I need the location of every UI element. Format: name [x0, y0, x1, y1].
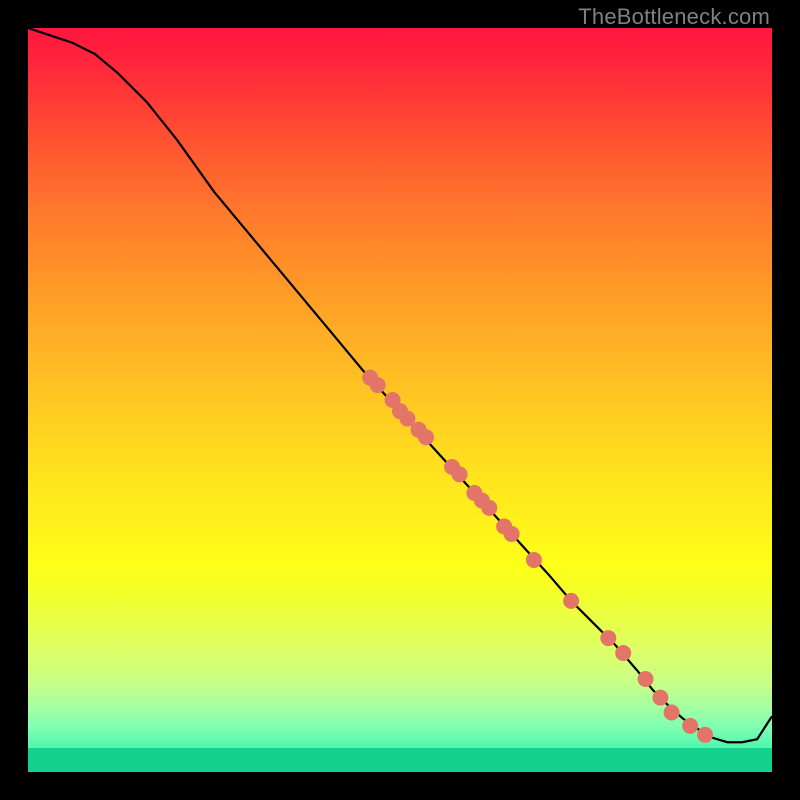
data-point: [563, 593, 579, 609]
data-point: [526, 552, 542, 568]
data-point: [664, 704, 680, 720]
data-point: [697, 727, 713, 743]
curve-line: [28, 28, 772, 742]
curve-path: [28, 28, 772, 742]
scatter-points: [362, 370, 713, 743]
chart-frame: TheBottleneck.com: [0, 0, 800, 800]
watermark-text: TheBottleneck.com: [578, 4, 770, 30]
data-point: [452, 466, 468, 482]
chart-svg: [28, 28, 772, 772]
data-point: [652, 690, 668, 706]
data-point: [682, 718, 698, 734]
data-point: [638, 671, 654, 687]
data-point: [481, 500, 497, 516]
data-point: [504, 526, 520, 542]
data-point: [600, 630, 616, 646]
plot-area: [28, 28, 772, 772]
data-point: [615, 645, 631, 661]
data-point: [418, 429, 434, 445]
data-point: [370, 377, 386, 393]
